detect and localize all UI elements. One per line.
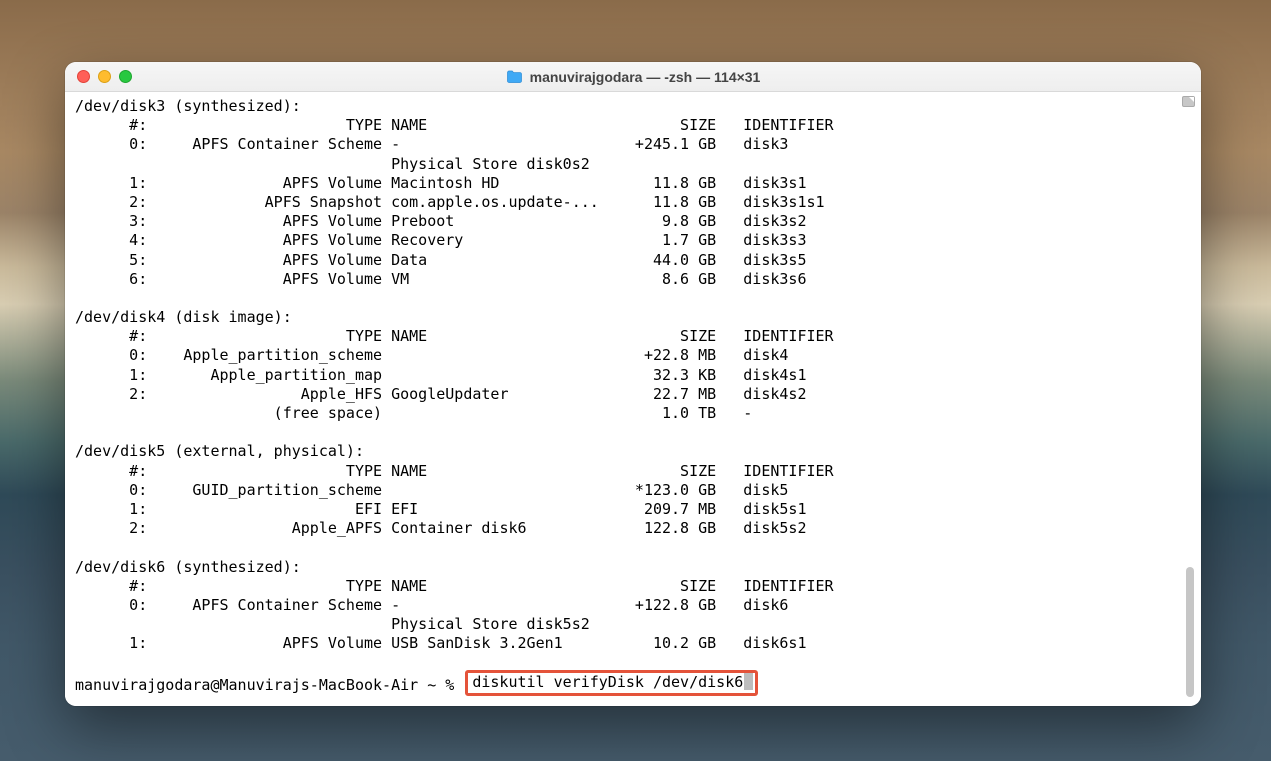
blank-line (75, 538, 1191, 557)
blank-line (75, 289, 1191, 308)
scrollbar[interactable] (1184, 95, 1198, 703)
prompt-text: manuvirajgodara@Manuvirajs-MacBook-Air ~… (75, 676, 463, 694)
disk-row: 3: APFS Volume Preboot 9.8 GB disk3s2 (75, 212, 1191, 231)
window-title-text: manuvirajgodara — -zsh — 114×31 (530, 69, 761, 85)
prompt-line: manuvirajgodara@Manuvirajs-MacBook-Air ~… (75, 673, 1191, 692)
disk-row: #: TYPE NAME SIZE IDENTIFIER (75, 462, 1191, 481)
disk-header: /dev/disk5 (external, physical): (75, 442, 1191, 461)
disk-row: 0: GUID_partition_scheme *123.0 GB disk5 (75, 481, 1191, 500)
disk-row: 1: APFS Volume USB SanDisk 3.2Gen1 10.2 … (75, 634, 1191, 653)
disk-row: 4: APFS Volume Recovery 1.7 GB disk3s3 (75, 231, 1191, 250)
disk-row: 1: EFI EFI 209.7 MB disk5s1 (75, 500, 1191, 519)
command-highlight: diskutil verifyDisk /dev/disk6 (465, 670, 758, 696)
disk-row: 1: APFS Volume Macintosh HD 11.8 GB disk… (75, 174, 1191, 193)
disk-row: #: TYPE NAME SIZE IDENTIFIER (75, 577, 1191, 596)
disk-row: 0: APFS Container Scheme - +245.1 GB dis… (75, 135, 1191, 154)
disk-row: 6: APFS Volume VM 8.6 GB disk3s6 (75, 270, 1191, 289)
blank-line (75, 423, 1191, 442)
folder-icon (506, 70, 523, 84)
command-text[interactable]: diskutil verifyDisk /dev/disk6 (472, 673, 743, 691)
cursor (744, 673, 753, 690)
terminal-window: manuvirajgodara — -zsh — 114×31 /dev/dis… (65, 62, 1201, 706)
disk-row: Physical Store disk0s2 (75, 155, 1191, 174)
disk-row: (free space) 1.0 TB - (75, 404, 1191, 423)
minimize-button[interactable] (98, 70, 111, 83)
disk-row: #: TYPE NAME SIZE IDENTIFIER (75, 327, 1191, 346)
disk-row: 2: APFS Snapshot com.apple.os.update-...… (75, 193, 1191, 212)
scrollbar-thumb[interactable] (1186, 567, 1194, 697)
zoom-button[interactable] (119, 70, 132, 83)
disk-header: /dev/disk6 (synthesized): (75, 558, 1191, 577)
close-button[interactable] (77, 70, 90, 83)
title-bar[interactable]: manuvirajgodara — -zsh — 114×31 (65, 62, 1201, 92)
disk-row: 1: Apple_partition_map 32.3 KB disk4s1 (75, 366, 1191, 385)
disk-row: Physical Store disk5s2 (75, 615, 1191, 634)
disk-header: /dev/disk3 (synthesized): (75, 97, 1191, 116)
disk-row: 0: Apple_partition_scheme +22.8 MB disk4 (75, 346, 1191, 365)
terminal-output: /dev/disk3 (synthesized): #: TYPE NAME S… (75, 97, 1191, 673)
disk-row: 5: APFS Volume Data 44.0 GB disk3s5 (75, 251, 1191, 270)
window-title: manuvirajgodara — -zsh — 114×31 (65, 69, 1201, 85)
disk-row: #: TYPE NAME SIZE IDENTIFIER (75, 116, 1191, 135)
disk-header: /dev/disk4 (disk image): (75, 308, 1191, 327)
traffic-lights (77, 70, 132, 83)
page-indicator-icon (1182, 96, 1195, 107)
disk-row: 2: Apple_HFS GoogleUpdater 22.7 MB disk4… (75, 385, 1191, 404)
disk-row: 2: Apple_APFS Container disk6 122.8 GB d… (75, 519, 1191, 538)
disk-row: 0: APFS Container Scheme - +122.8 GB dis… (75, 596, 1191, 615)
terminal-content[interactable]: /dev/disk3 (synthesized): #: TYPE NAME S… (65, 92, 1201, 706)
